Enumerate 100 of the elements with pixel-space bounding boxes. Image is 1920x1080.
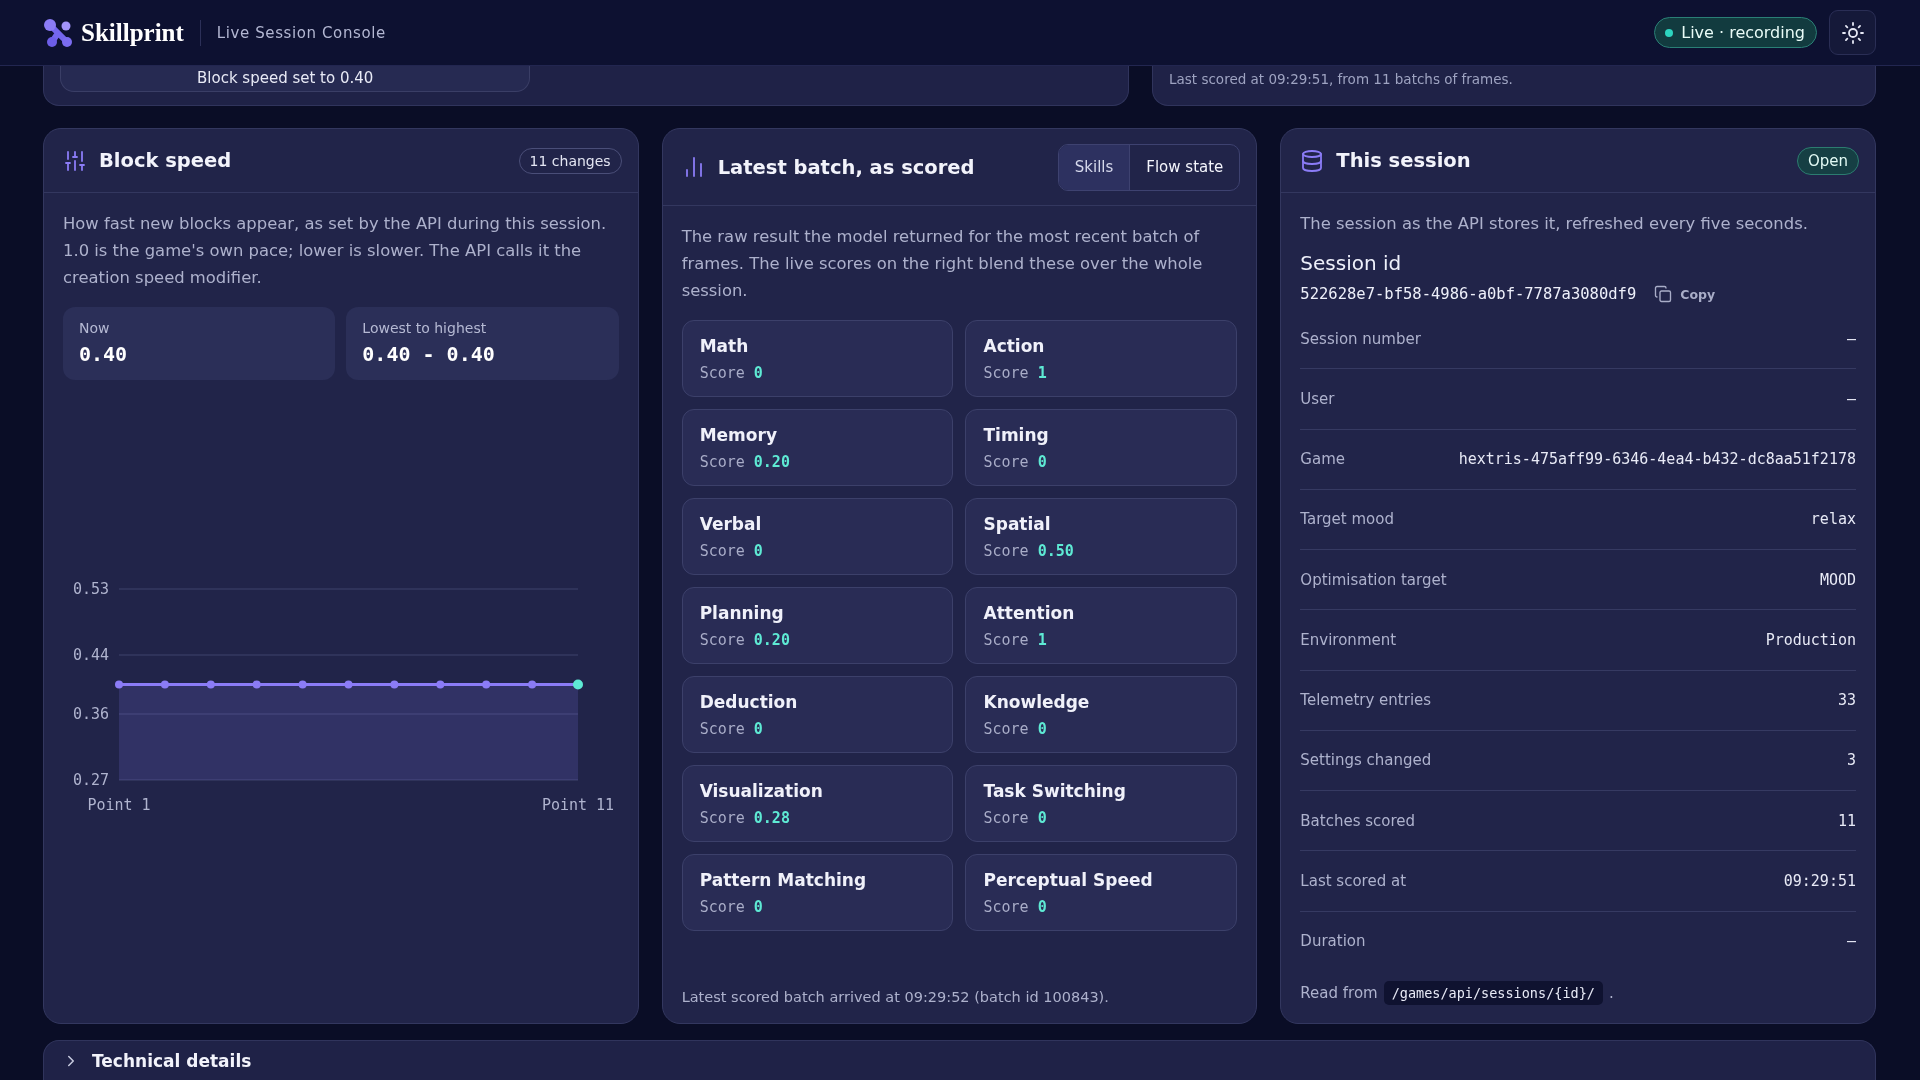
field-value: –: [1846, 389, 1856, 408]
y-tick-label: 0.36: [72, 704, 109, 723]
score-label: Score: [983, 809, 1029, 827]
skill-name: Action: [983, 336, 1046, 356]
stat-label: Now: [79, 320, 111, 336]
field-value: 3: [1846, 751, 1856, 770]
source-label: Read from: [1300, 984, 1378, 1002]
copy-icon: [1654, 285, 1673, 303]
copy-button[interactable]: Copy: [1654, 285, 1716, 303]
sun-icon: [1840, 20, 1865, 45]
skill-name: Deduction: [699, 692, 799, 712]
field-value: –: [1846, 329, 1856, 348]
score-value: 0: [753, 720, 763, 738]
sliders-icon: [63, 148, 87, 173]
score-value: 1: [1037, 631, 1047, 649]
field-label: Duration: [1300, 932, 1366, 951]
score-label: Score: [699, 542, 745, 560]
field-value: relax: [1810, 510, 1856, 529]
field-value: 11: [1837, 811, 1856, 830]
card-description: The raw result the model returned for the most recent batch of frames. The live scores on the right blend these over the whole session.: [681, 226, 1204, 302]
y-tick-label: 0.27: [72, 770, 109, 789]
score-label: Score: [699, 809, 745, 827]
score-label: Score: [983, 453, 1029, 471]
score-value: 0.20: [753, 631, 790, 649]
speed-change-entry: Block speed set to 0.40: [60, 66, 530, 92]
y-tick-label: 0.53: [72, 579, 109, 598]
panel-title: Technical details: [92, 1050, 252, 1071]
field-label: Optimisation target: [1300, 570, 1447, 589]
scoring-summary: Last scored at 09:29:51, from 11 batchs of frames.: [1169, 70, 1513, 87]
skill-name: Planning: [699, 603, 785, 623]
skill-name: Perceptual Speed: [983, 870, 1154, 890]
field-label: Settings changed: [1300, 751, 1432, 770]
score-value: 0.20: [753, 453, 790, 471]
score-label: Score: [699, 720, 745, 738]
session-id-heading: Session id: [1300, 251, 1403, 275]
card-description: The session as the API stores it, refreshed every five seconds.: [1300, 213, 1809, 235]
skill-name: Pattern Matching: [699, 870, 868, 890]
skill-name: Math: [699, 336, 750, 356]
card-title: This session: [1336, 149, 1471, 172]
score-label: Score: [699, 631, 745, 649]
database-icon: [1300, 148, 1325, 173]
status-badge: Open: [1796, 146, 1859, 175]
field-label: Telemetry entries: [1300, 691, 1432, 710]
x-tick-label: Point 11: [541, 795, 614, 811]
score-value: 0: [1037, 453, 1047, 471]
skill-name: Attention: [983, 603, 1076, 623]
stat-label: Lowest to highest: [362, 320, 488, 336]
score-value: 0: [753, 542, 763, 560]
card-description: How fast new blocks appear, as set by the API during this session. 1.0 is the game's own pace; lower is slower. The API calls it the creation speed modifier.: [63, 213, 608, 289]
field-label: Batches scored: [1300, 811, 1416, 830]
card-title: Block speed: [99, 149, 232, 172]
field-value: 33: [1837, 691, 1856, 710]
skill-name: Spatial: [983, 514, 1052, 534]
view-tab[interactable]: Skills: [1058, 144, 1130, 190]
card-title: Latest batch, as scored: [717, 155, 975, 179]
score-value: 0: [753, 898, 763, 916]
field-label: Target mood: [1300, 510, 1394, 529]
score-label: Score: [983, 898, 1029, 916]
score-value: 1: [1037, 364, 1047, 382]
field-value: 09:29:51: [1783, 872, 1856, 890]
score-label: Score: [983, 631, 1029, 649]
score-label: Score: [983, 364, 1029, 382]
skill-name: Verbal: [699, 514, 763, 534]
skill-name: Memory: [699, 425, 778, 445]
field-label: Environment: [1300, 630, 1397, 649]
brand-name: Skillprint: [81, 18, 184, 47]
session-id: 522628e7-bf58-4986-a0bf-7787a3080df9: [1300, 285, 1637, 303]
app-subtitle: Live Session Console: [216, 23, 386, 42]
score-value: 0: [1037, 898, 1047, 916]
stat-value: 0.40 - 0.40: [362, 342, 496, 366]
score-label: Score: [699, 898, 745, 916]
score-value: 0: [1037, 720, 1047, 738]
skill-name: Visualization: [699, 781, 824, 801]
field-label: Game: [1300, 450, 1345, 469]
field-label: Last scored at: [1300, 872, 1406, 890]
score-label: Score: [983, 720, 1029, 738]
score-value: 0.50: [1037, 542, 1074, 560]
field-value: hextris-475aff99-6346-4ea4-b432-dc8aa51f2178: [1458, 450, 1856, 469]
endpoint-path: /games/api/sessions/{id}/: [1383, 981, 1603, 1005]
field-label: User: [1300, 389, 1335, 408]
batch-footnote: Latest scored batch arrived at 09:29:52 (batch id 100843).: [681, 988, 1110, 1005]
theme-toggle-button[interactable]: [1829, 10, 1876, 55]
field-label: Session number: [1300, 329, 1421, 348]
score-label: Score: [983, 542, 1029, 560]
x-tick-label: Point 1: [87, 795, 151, 811]
source-punctuation: .: [1608, 984, 1614, 1002]
score-label: Score: [699, 453, 745, 471]
field-value: MOOD: [1819, 570, 1856, 589]
score-label: Score: [699, 364, 745, 382]
field-value: –: [1846, 932, 1856, 951]
logo-icon: [43, 17, 73, 48]
score-value: 0: [1037, 809, 1047, 827]
skill-name: Knowledge: [983, 692, 1091, 712]
view-tab[interactable]: Flow state: [1129, 144, 1240, 190]
y-tick-label: 0.44: [72, 645, 109, 664]
technical-details-panel[interactable]: Technical details: [43, 1040, 1876, 1080]
stat-value: 0.40: [79, 342, 129, 366]
status-label: Live · recording: [1681, 23, 1805, 42]
score-value: 0.28: [753, 809, 790, 827]
score-value: 0: [753, 364, 763, 382]
